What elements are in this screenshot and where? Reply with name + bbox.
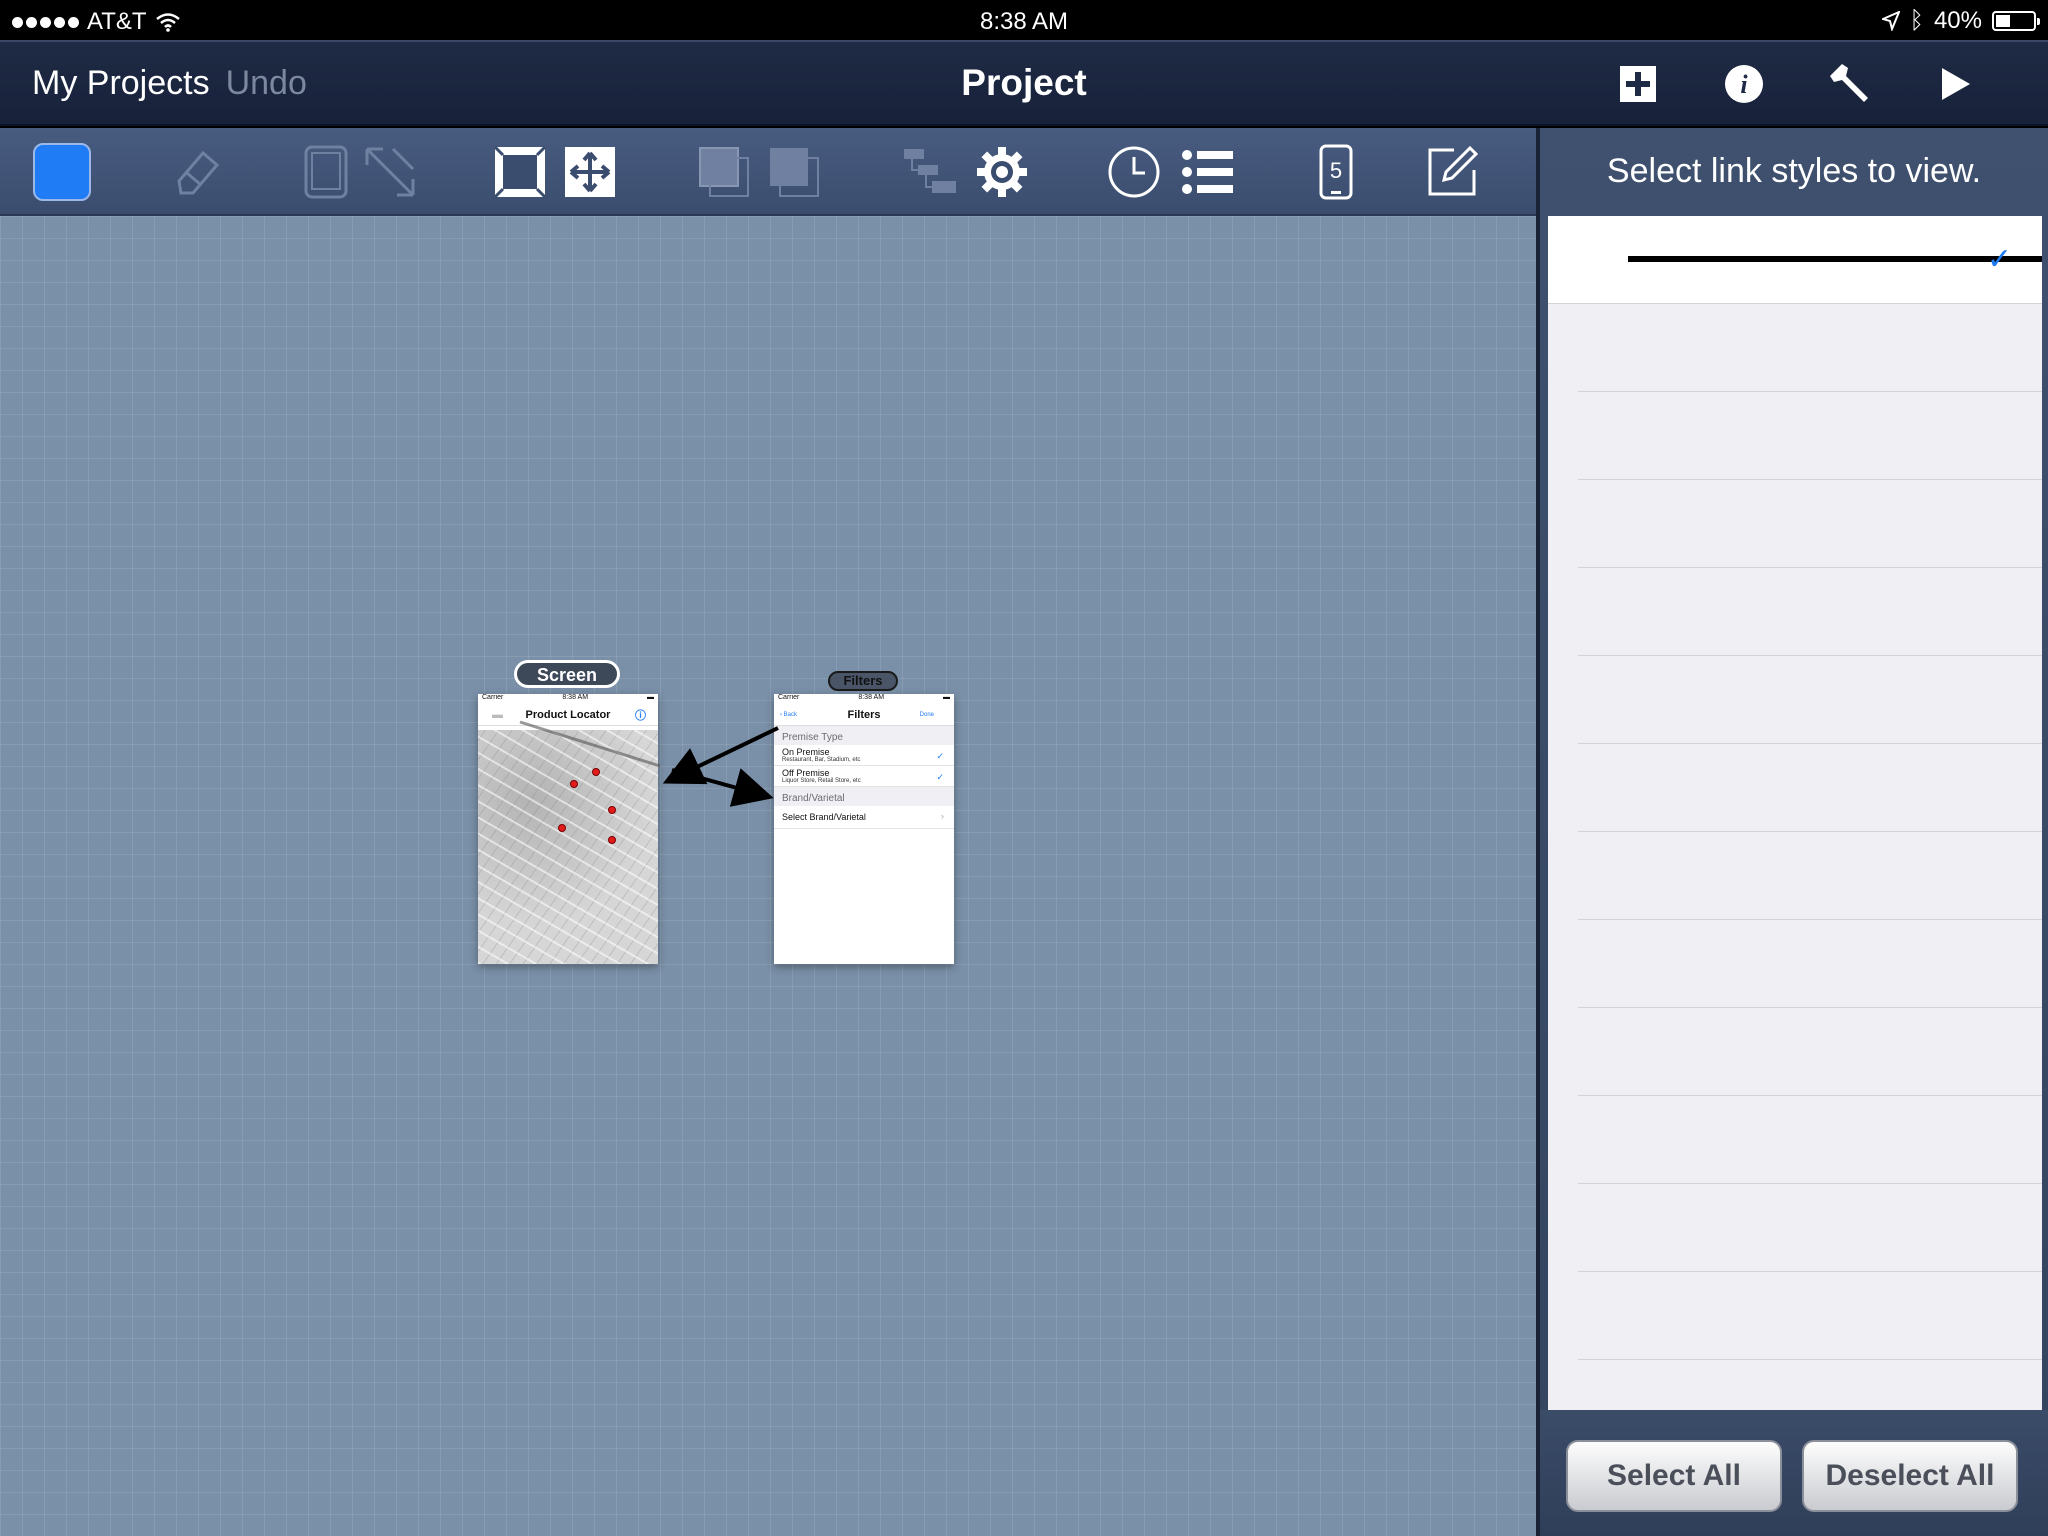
move-icon[interactable]	[560, 142, 620, 202]
thumb-row-title: Off Premise	[782, 768, 830, 778]
screen-thumbnail-product-locator[interactable]: Carrier 8:38 AM ▬ ▬ Product Locator ⓘ	[478, 694, 658, 964]
fit-screen-icon[interactable]	[490, 142, 550, 202]
map-view	[478, 730, 658, 964]
map-pin-icon	[608, 836, 616, 844]
thumb-option-row: On Premise Restaurant, Bar, Stadium, etc…	[774, 745, 954, 766]
list-row	[1578, 1008, 2042, 1096]
screen-thumbnail-filters[interactable]: Carrier 8:38 AM ▬ ‹ Back Filters Done Pr…	[774, 694, 954, 964]
thumb-status-bar: Carrier 8:38 AM ▬	[774, 694, 954, 704]
edit-icon[interactable]	[1422, 142, 1482, 202]
thumb-section-header: Premise Type	[774, 726, 954, 745]
panel-footer: Select All Deselect All	[1540, 1410, 2048, 1536]
filters-label[interactable]: Filters	[828, 671, 898, 691]
eraser-icon[interactable]	[168, 142, 228, 202]
thumb-brand-row: Select Brand/Varietal ›	[774, 806, 954, 829]
status-bar: AT&T 8:38 AM ᛒ 40%	[0, 0, 2048, 40]
clock-time: 8:38 AM	[979, 8, 1069, 35]
thumb-back-button: ‹ Back	[780, 711, 798, 718]
gear-icon[interactable]	[972, 142, 1032, 202]
play-icon[interactable]	[1934, 62, 1978, 106]
chevron-right-icon: ›	[941, 811, 944, 821]
thumb-option-row: Off Premise Liquor Store, Retail Store, …	[774, 766, 954, 787]
thumb-battery-icon: ▬	[942, 694, 950, 701]
wrench-icon[interactable]	[1828, 62, 1872, 106]
list-row	[1578, 920, 2042, 1008]
map-pin-icon	[592, 768, 600, 776]
hierarchy-icon[interactable]	[900, 142, 960, 202]
list-row	[1578, 1184, 2042, 1272]
link-styles-panel: Select link styles to view. ✓ Select All…	[1540, 128, 2048, 1536]
thumb-battery-icon: ▬	[646, 694, 654, 701]
info-icon[interactable]: i	[1722, 62, 1766, 106]
device-icon[interactable]	[296, 142, 356, 202]
thumb-nav-bar: ▬ Product Locator ⓘ	[478, 704, 658, 726]
thumb-nav-bar: ‹ Back Filters Done	[774, 704, 954, 726]
thumb-back-label: Back	[783, 711, 798, 718]
link-style-list[interactable]: ✓	[1548, 216, 2042, 1536]
list-row	[1578, 480, 2042, 568]
thumb-time: 8:38 AM	[858, 694, 885, 701]
list-row	[1578, 656, 2042, 744]
list-row	[1578, 568, 2042, 656]
svg-text:i: i	[1740, 70, 1748, 99]
thumb-time: 8:38 AM	[562, 694, 589, 701]
toolbar: 5	[0, 128, 1538, 216]
thumb-menu-icon: ▬	[492, 708, 503, 721]
select-all-button[interactable]: Select All	[1566, 1440, 1782, 1512]
battery-icon	[1992, 11, 2040, 31]
thumb-row-subtitle: Restaurant, Bar, Stadium, etc	[782, 757, 861, 763]
checkmark-icon: ✓	[936, 751, 944, 761]
checkmark-icon: ✓	[1986, 243, 2012, 276]
phone-count-icon[interactable]: 5	[1306, 142, 1366, 202]
link-style-row-solid[interactable]: ✓	[1548, 216, 2042, 304]
checkmark-icon: ✓	[936, 772, 944, 782]
add-icon[interactable]	[1616, 62, 1660, 106]
deselect-all-button[interactable]: Deselect All	[1802, 1440, 2018, 1512]
navigation-bar: My Projects Undo Project i	[0, 40, 2048, 126]
list-icon[interactable]	[1178, 142, 1238, 202]
storyboard-canvas[interactable]	[0, 216, 1536, 1536]
thumb-row-title: Select Brand/Varietal	[782, 812, 866, 822]
list-row	[1578, 832, 2042, 920]
thumb-section-header: Brand/Varietal	[774, 787, 954, 806]
location-icon	[1881, 11, 1900, 31]
battery-percent: 40%	[1933, 7, 1982, 34]
bluetooth-icon: ᛒ	[1909, 7, 1924, 34]
thumb-row-title: On Premise	[782, 747, 830, 757]
resize-diagonal-icon[interactable]	[360, 142, 420, 202]
thumb-carrier: Carrier	[778, 694, 800, 701]
status-right: ᛒ 40%	[1881, 7, 2040, 35]
screen-label[interactable]: Screen	[514, 660, 620, 688]
color-swatch-icon	[33, 143, 91, 201]
list-row	[1578, 304, 2042, 392]
list-row	[1578, 744, 2042, 832]
map-pin-icon	[558, 824, 566, 832]
clock-icon[interactable]	[1104, 142, 1164, 202]
send-back-icon[interactable]	[764, 142, 824, 202]
panel-title: Select link styles to view.	[1606, 152, 1982, 190]
thumb-row-subtitle: Liquor Store, Retail Store, etc	[782, 778, 861, 784]
map-pin-icon	[608, 806, 616, 814]
list-row	[1578, 1096, 2042, 1184]
thumb-title: Filters	[847, 708, 881, 721]
thumb-status-bar: Carrier 8:38 AM ▬	[478, 694, 658, 704]
list-row	[1578, 1272, 2042, 1360]
list-row	[1578, 392, 2042, 480]
bring-front-icon[interactable]	[694, 142, 754, 202]
thumb-title: Product Locator	[525, 708, 611, 721]
thumb-carrier: Carrier	[482, 694, 504, 701]
thumb-done-button: Done	[919, 711, 934, 718]
thumb-info-icon: ⓘ	[635, 709, 646, 722]
phone-count-value: 5	[1329, 158, 1343, 183]
solid-line-sample	[1628, 256, 2042, 262]
map-pin-icon	[570, 780, 578, 788]
color-swatch-button[interactable]	[32, 142, 92, 202]
